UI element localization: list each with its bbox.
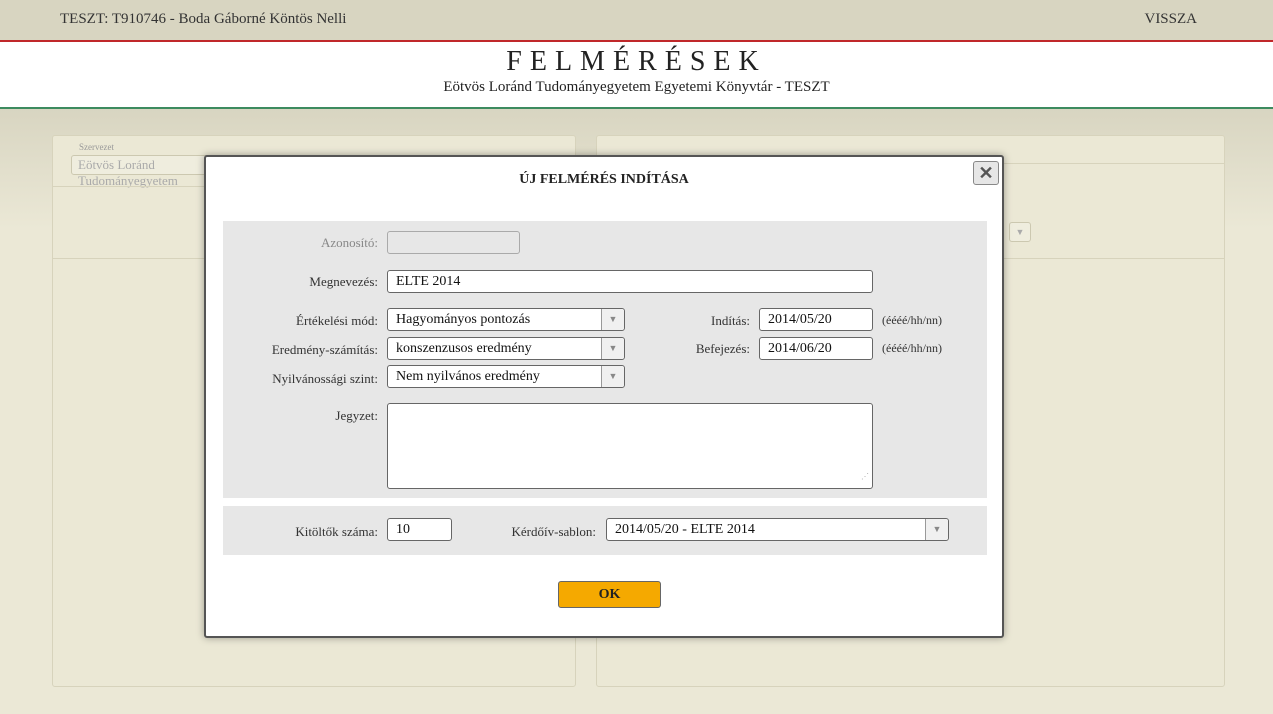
ok-button[interactable]: OK [558,581,661,608]
evaluation-mode-value: Hagyományos pontozás [396,312,531,327]
evaluation-mode-label: Értékelési mód: [296,313,378,328]
chevron-down-icon[interactable]: ▼ [601,309,624,330]
close-icon[interactable]: ✕ [973,161,999,185]
note-label: Jegyzet: [335,408,378,423]
new-survey-dialog: ÚJ FELMÉRÉS INDÍTÁSA ✕ Azonosító: Megnev… [204,155,1004,638]
chevron-down-icon[interactable]: ▼ [601,366,624,387]
result-calc-select[interactable]: konszenzusos eredmény ▼ [387,337,625,360]
resize-grip-icon[interactable]: ⋰ [861,466,869,487]
page-subtitle: Eötvös Loránd Tudományegyetem Egyetemi K… [443,79,830,95]
note-textarea[interactable]: ⋰ [387,403,873,489]
visibility-select[interactable]: Nem nyilvános eredmény ▼ [387,365,625,388]
end-date-label: Befejezés: [695,341,750,356]
start-date-label: Indítás: [711,313,750,328]
evaluation-mode-select[interactable]: Hagyományos pontozás ▼ [387,308,625,331]
top-bar: TESZT: T910746 - Boda Gáborné Köntös Nel… [0,0,1273,42]
id-label: Azonosító: [320,235,378,250]
template-label: Kérdőív-sablon: [511,524,596,539]
dialog-title: ÚJ FELMÉRÉS INDÍTÁSA [519,172,689,187]
chevron-down-icon[interactable]: ▼ [601,338,624,359]
template-select[interactable]: 2014/05/20 - ELTE 2014 ▼ [606,518,949,541]
start-date-field[interactable]: 2014/05/20 [759,308,873,331]
end-date-field[interactable]: 2014/06/20 [759,337,873,360]
template-value: 2014/05/20 - ELTE 2014 [615,522,755,537]
end-date-format-hint: (éééé/hh/nn) [882,341,942,355]
chevron-down-icon[interactable]: ▼ [925,519,948,540]
result-calc-label: Eredmény-számítás: [271,342,378,357]
chevron-down-icon[interactable]: ▼ [1009,222,1031,242]
current-user: TESZT: T910746 - Boda Gáborné Köntös Nel… [60,11,347,27]
name-label: Megnevezés: [309,274,378,289]
page-header: FELMÉRÉSEK Eötvös Loránd Tudományegyetem… [0,42,1273,109]
respondents-count-field[interactable]: 10 [387,518,452,541]
back-link[interactable]: VISSZA [1144,11,1197,28]
result-calc-value: konszenzusos eredmény [396,341,532,356]
visibility-label: Nyilvánossági szint: [272,371,378,386]
visibility-value: Nem nyilvános eredmény [396,369,540,384]
id-field [387,231,520,254]
name-field[interactable]: ELTE 2014 [387,270,873,293]
page-title: FELMÉRÉSEK [506,46,767,77]
start-date-format-hint: (éééé/hh/nn) [882,313,942,327]
respondents-count-label: Kitöltők száma: [295,524,378,539]
org-label: Szervezet [79,142,114,152]
